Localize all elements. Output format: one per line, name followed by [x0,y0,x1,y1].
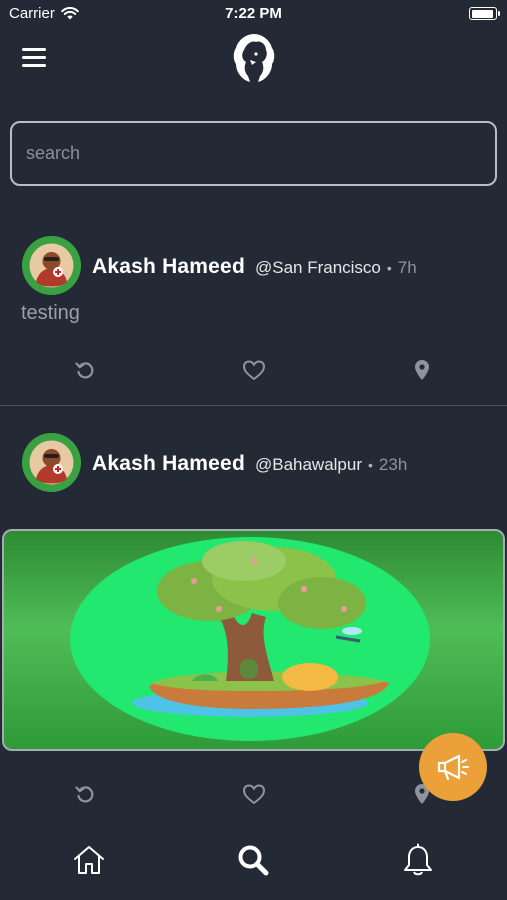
megaphone-fab-button[interactable] [419,733,487,801]
hamburger-menu-icon[interactable] [22,48,48,70]
post-location[interactable]: @San Francisco [255,258,381,278]
post-time: 23h [378,455,408,474]
avatar-image [22,236,81,295]
post-actions [0,354,507,394]
search-input[interactable] [10,121,497,186]
post-location[interactable]: @Bahawalpur [255,455,362,475]
author-name[interactable]: Akash Hameed [92,255,245,279]
repost-icon[interactable] [69,354,101,386]
megaphone-icon [437,754,469,781]
post-header: Akash Hameed @San Francisco • 7h [92,255,417,279]
avatar[interactable] [22,236,81,295]
tab-bar [0,820,507,900]
bell-icon[interactable] [398,840,438,880]
tree-island-illustration [70,537,430,741]
author-name[interactable]: Akash Hameed [92,452,245,476]
home-icon[interactable] [69,840,109,880]
avatar-image [22,433,81,492]
post-image[interactable] [2,529,505,751]
separator-dot: • [386,260,392,276]
location-pin-icon[interactable] [406,354,438,386]
post-time: 7h [397,258,417,277]
repost-icon[interactable] [69,778,101,810]
search-icon[interactable] [233,840,273,880]
heart-icon[interactable] [238,778,270,810]
avatar[interactable] [22,433,81,492]
lion-logo [233,34,275,82]
post-card: Akash Hameed @San Francisco • 7h testing [0,236,507,406]
post-divider [0,405,507,406]
post-header: Akash Hameed @Bahawalpur • 23h [92,452,407,476]
post-text: testing [21,302,80,324]
battery-icon [469,7,500,20]
status-time: 7:22 PM [225,5,282,22]
separator-dot: • [368,457,373,473]
heart-icon[interactable] [238,354,270,386]
status-bar: Carrier 7:22 PM [0,0,507,28]
